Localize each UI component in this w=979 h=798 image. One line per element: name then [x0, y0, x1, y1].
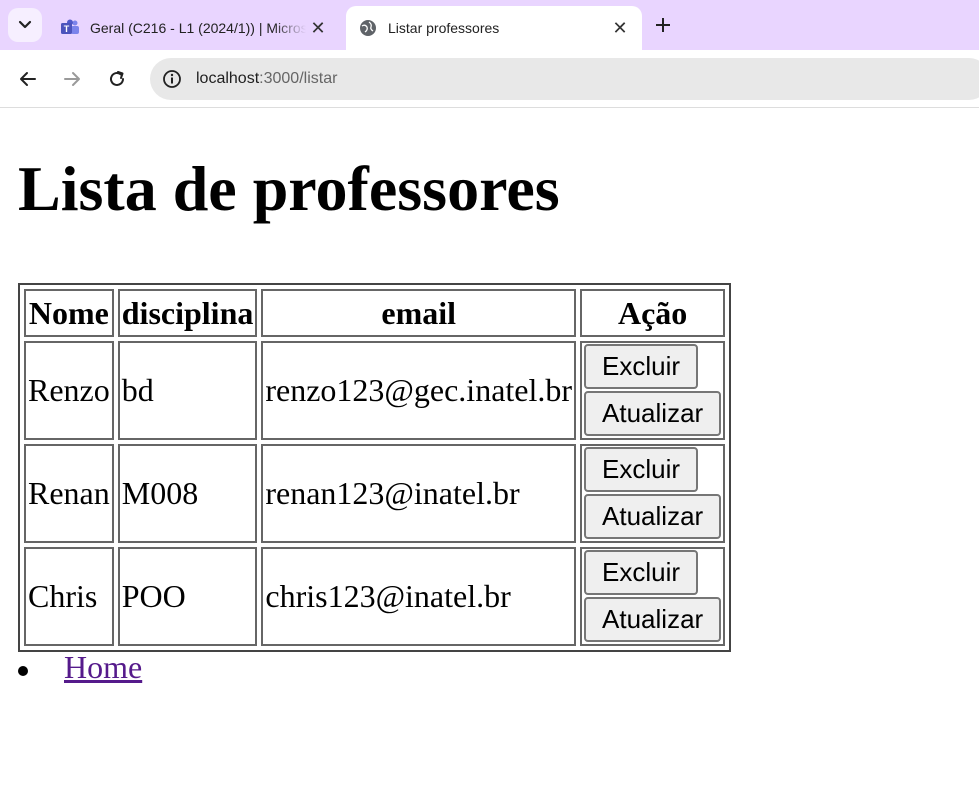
cell-disciplina: POO [117, 547, 258, 646]
url-host: localhost [196, 70, 260, 87]
chevron-down-icon [18, 20, 32, 29]
cell-email: renan123@inatel.br [261, 444, 577, 543]
reload-icon [110, 71, 124, 86]
cell-email: chris123@inatel.br [261, 547, 577, 646]
teams-icon: T [60, 18, 80, 38]
cell-disciplina: bd [117, 341, 258, 440]
address-bar[interactable]: localhost:3000/listar [150, 58, 979, 100]
table-header-row: Nome disciplina email Ação [24, 289, 726, 337]
cell-disciplina: M008 [117, 444, 258, 543]
column-header-disciplina: disciplina [117, 289, 258, 337]
browser-toolbar: localhost:3000/listar [0, 50, 979, 108]
cell-nome: Renan [24, 444, 114, 543]
reload-button[interactable] [101, 63, 133, 95]
professors-table: Nome disciplina email Ação Renzo bd renz… [18, 283, 732, 652]
arrow-right-icon [64, 72, 80, 86]
tab-search-button[interactable] [8, 8, 42, 42]
delete-button[interactable]: Excluir [584, 549, 699, 595]
column-header-nome: Nome [24, 289, 114, 337]
tab-title: Geral (C216 - L1 (2024/1)) | Microsoft T… [90, 20, 306, 36]
update-button[interactable]: Atualizar [584, 390, 722, 436]
cell-acao: Excluir Atualizar [580, 444, 726, 543]
update-button[interactable]: Atualizar [584, 493, 722, 539]
bullet-icon [18, 666, 28, 676]
globe-icon [358, 18, 378, 38]
back-button[interactable] [12, 63, 44, 95]
tab-listar-professores[interactable]: Listar professores ✕ [346, 6, 642, 50]
table-row: Renzo bd renzo123@gec.inatel.br Excluir … [24, 341, 726, 440]
plus-icon [656, 18, 670, 32]
list-item: Home [18, 649, 142, 686]
close-icon[interactable]: ✕ [306, 16, 330, 40]
site-info-icon[interactable] [160, 67, 184, 91]
tab-teams[interactable]: T Geral (C216 - L1 (2024/1)) | Microsoft… [48, 6, 340, 50]
column-header-email: email [261, 289, 577, 337]
cell-acao: Excluir Atualizar [580, 547, 726, 646]
nav-list: Home [18, 649, 142, 686]
cell-email: renzo123@gec.inatel.br [261, 341, 577, 440]
delete-button[interactable]: Excluir [584, 343, 699, 389]
tab-strip: T Geral (C216 - L1 (2024/1)) | Microsoft… [0, 0, 979, 50]
new-tab-button[interactable] [650, 12, 676, 38]
cell-acao: Excluir Atualizar [580, 341, 726, 440]
table-row: Renan M008 renan123@inatel.br Excluir At… [24, 444, 726, 543]
url-path: :3000/listar [259, 70, 338, 87]
home-link[interactable]: Home [64, 649, 142, 685]
column-header-acao: Ação [580, 289, 726, 337]
cell-nome: Renzo [24, 341, 114, 440]
page-content: Lista de professores Nome disciplina ema… [0, 109, 979, 798]
close-icon[interactable]: ✕ [608, 16, 632, 40]
cell-nome: Chris [24, 547, 114, 646]
delete-button[interactable]: Excluir [584, 446, 699, 492]
table-row: Chris POO chris123@inatel.br Excluir Atu… [24, 547, 726, 646]
tab-title: Listar professores [388, 20, 500, 36]
forward-button[interactable] [56, 63, 88, 95]
page-title: Lista de professores [18, 153, 560, 224]
svg-text:T: T [64, 24, 70, 34]
arrow-left-icon [20, 72, 36, 86]
update-button[interactable]: Atualizar [584, 596, 722, 642]
